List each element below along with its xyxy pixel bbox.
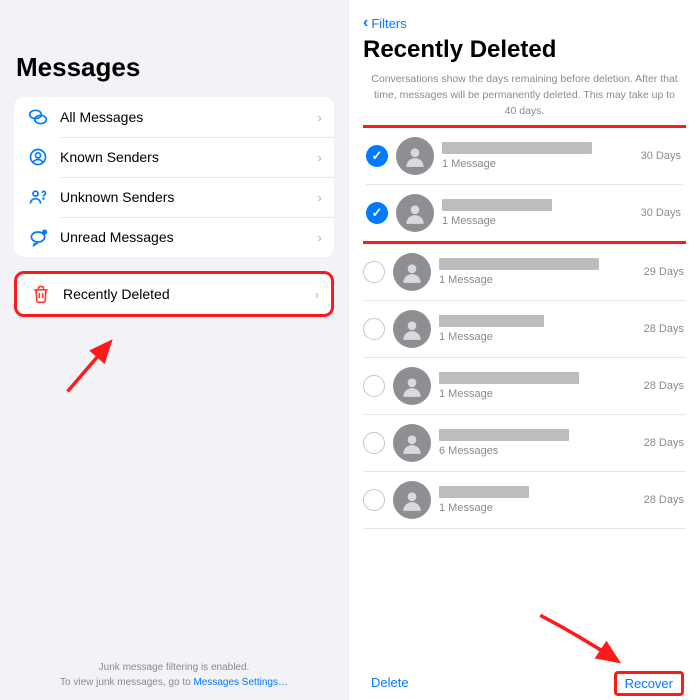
selected-group-highlight: ✓ 1 Message 30 Days ✓ 1 Message 30 Days (363, 125, 686, 244)
selection-checkbox[interactable] (363, 318, 385, 340)
days-remaining: 28 Days (644, 380, 684, 392)
conversation-body: 1 Message (442, 199, 631, 227)
message-count: 6 Messages (439, 445, 634, 457)
recover-button[interactable]: Recover (614, 671, 684, 696)
message-count: 1 Message (439, 331, 634, 343)
recently-deleted-card[interactable]: Recently Deleted › (14, 271, 334, 317)
days-remaining: 30 Days (641, 150, 681, 162)
days-remaining: 28 Days (644, 437, 684, 449)
filter-label: All Messages (60, 109, 318, 125)
back-button[interactable]: ‹ Filters (363, 6, 686, 36)
conversation-body: 1 Message (439, 486, 634, 514)
conversation-row[interactable]: 1 Message 29 Days (363, 244, 686, 301)
conversation-row[interactable]: ✓ 1 Message 30 Days (366, 185, 683, 241)
conversation-body: 1 Message (439, 372, 634, 400)
conversation-row[interactable]: ✓ 1 Message 30 Days (366, 128, 683, 185)
page-title: Recently Deleted (363, 36, 686, 64)
message-count: 1 Message (442, 215, 631, 227)
conversation-body: 1 Message (439, 258, 634, 286)
conversation-row[interactable]: 6 Messages 28 Days (363, 415, 686, 472)
days-remaining: 29 Days (644, 266, 684, 278)
bubbles-icon (26, 105, 50, 129)
trash-icon (29, 282, 53, 306)
filter-row-unknown-senders[interactable]: Unknown Senders › (14, 177, 334, 217)
avatar-icon (396, 194, 434, 232)
redacted-name (442, 199, 552, 211)
chevron-right-icon: › (318, 110, 322, 125)
chevron-right-icon: › (318, 190, 322, 205)
conversation-body: 1 Message (439, 315, 634, 343)
avatar-icon (396, 137, 434, 175)
conversation-body: 6 Messages (439, 429, 634, 457)
page-title: Messages (16, 52, 334, 83)
selection-checkbox[interactable] (363, 489, 385, 511)
selection-checkbox[interactable]: ✓ (366, 202, 388, 224)
days-remaining: 30 Days (641, 207, 681, 219)
footer-note: Junk message filtering is enabled. To vi… (14, 660, 334, 694)
person-question-icon (26, 185, 50, 209)
messages-settings-link[interactable]: Messages Settings… (193, 677, 288, 688)
chevron-right-icon: › (318, 230, 322, 245)
filter-row-unread-messages[interactable]: Unread Messages › (14, 217, 334, 257)
conversation-body: 1 Message (442, 142, 631, 170)
redacted-name (442, 142, 592, 154)
message-count: 1 Message (439, 388, 634, 400)
recently-deleted-label: Recently Deleted (63, 286, 315, 302)
selection-checkbox[interactable] (363, 375, 385, 397)
redacted-name (439, 372, 579, 384)
avatar-icon (393, 424, 431, 462)
conversation-row[interactable]: 1 Message 28 Days (363, 358, 686, 415)
chevron-right-icon: › (315, 287, 319, 302)
redacted-name (439, 429, 569, 441)
filter-label: Unread Messages (60, 229, 318, 245)
selection-checkbox[interactable] (363, 261, 385, 283)
days-remaining: 28 Days (644, 323, 684, 335)
chevron-right-icon: › (318, 150, 322, 165)
redacted-name (439, 258, 599, 270)
toolbar: Delete Recover (363, 665, 686, 700)
message-count: 1 Message (439, 502, 634, 514)
avatar-icon (393, 481, 431, 519)
chevron-left-icon: ‹ (363, 14, 368, 32)
selection-checkbox[interactable]: ✓ (366, 145, 388, 167)
conversation-list: ✓ 1 Message 30 Days ✓ 1 Message 30 Days … (363, 125, 686, 665)
callout-arrow-icon (60, 335, 130, 395)
filters-card: All Messages › Known Senders › Unknown S… (14, 97, 334, 257)
message-count: 1 Message (442, 158, 631, 170)
avatar-icon (393, 310, 431, 348)
filter-label: Known Senders (60, 149, 318, 165)
filter-label: Unknown Senders (60, 189, 318, 205)
conversation-row[interactable]: 1 Message 28 Days (363, 472, 686, 529)
messages-filters-pane: Messages All Messages › Known Senders › … (0, 0, 348, 700)
delete-button[interactable]: Delete (371, 675, 409, 692)
days-remaining: 28 Days (644, 494, 684, 506)
bubble-dot-icon (26, 225, 50, 249)
redacted-name (439, 315, 544, 327)
filter-row-known-senders[interactable]: Known Senders › (14, 137, 334, 177)
person-circle-icon (26, 145, 50, 169)
redacted-name (439, 486, 529, 498)
filter-row-all-messages[interactable]: All Messages › (14, 97, 334, 137)
avatar-icon (393, 253, 431, 291)
conversation-row[interactable]: 1 Message 28 Days (363, 301, 686, 358)
recently-deleted-pane: ‹ Filters Recently Deleted Conversations… (348, 0, 700, 700)
explanation-text: Conversations show the days remaining be… (363, 72, 686, 119)
selection-checkbox[interactable] (363, 432, 385, 454)
avatar-icon (393, 367, 431, 405)
message-count: 1 Message (439, 274, 634, 286)
